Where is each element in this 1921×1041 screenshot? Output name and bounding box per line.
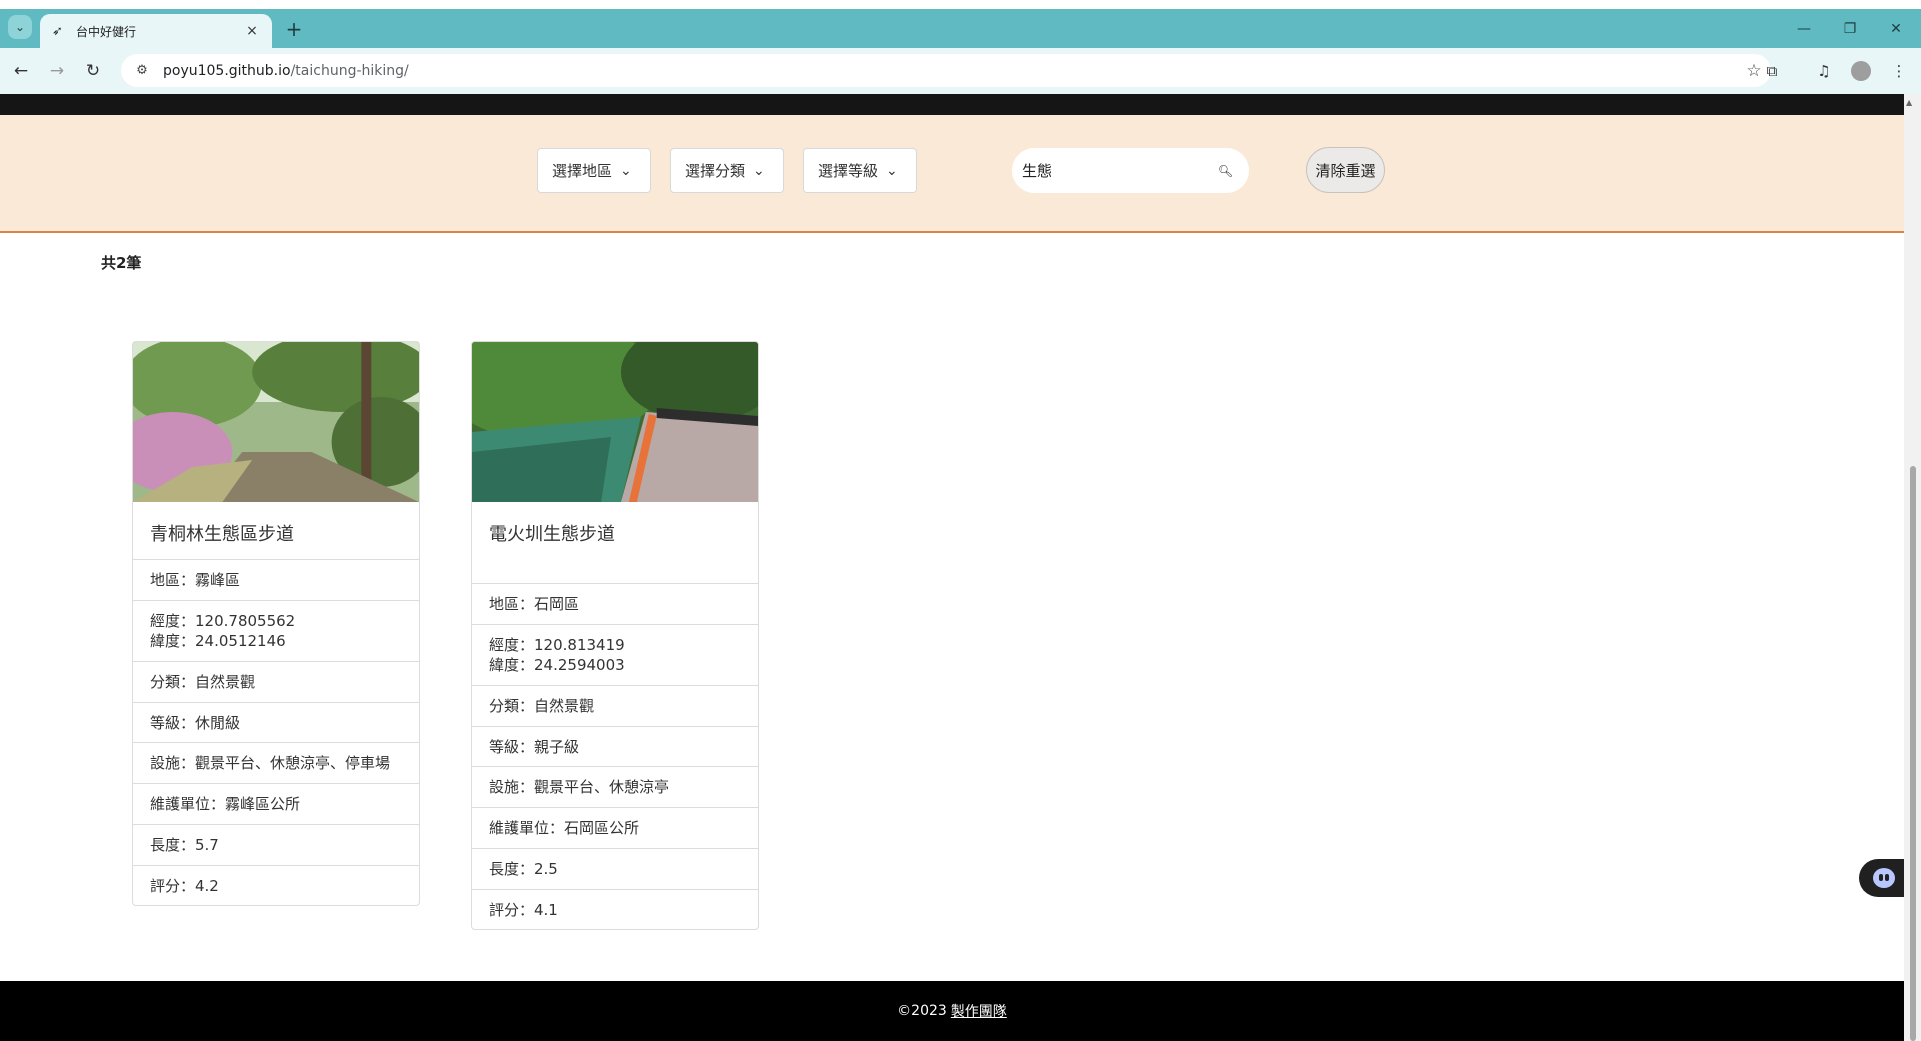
site-footer: ©2023 製作團隊 (0, 981, 1904, 1041)
trail-length: 長度：5.7 (133, 823, 419, 865)
back-arrow-icon[interactable]: ← (8, 58, 34, 84)
trail-longitude: 經度：120.7805562 (150, 611, 296, 630)
trail-card[interactable]: 電火圳生態步道 地區：石岡區 經度：120.813419 緯度：24.25940… (471, 341, 759, 931)
trail-facilities: 設施：觀景平台、休憩涼亭、停車場 (133, 742, 419, 783)
url-host: poyu105.github.io (163, 62, 291, 79)
leaf-favicon-icon: ➶ (52, 23, 63, 39)
trail-rating: 評分：4.2 (133, 864, 419, 906)
tab-strip: ⌄ ➶ 台中好健行 × + — ❐ ✕ (0, 9, 1921, 48)
trail-coordinates: 經度：120.813419 緯度：24.2594003 (472, 623, 758, 685)
media-controls-icon[interactable]: ♫ (1811, 58, 1837, 84)
level-select-label: 選擇等級 (818, 162, 879, 180)
trail-latitude: 緯度：24.2594003 (489, 656, 625, 675)
clear-button[interactable]: 清除重選 (1306, 147, 1385, 193)
chevron-down-icon: ⌄ (620, 162, 632, 179)
trail-card[interactable]: 青桐林生態區步道 地區：霧峰區 經度：120.7805562 緯度：24.051… (132, 341, 420, 907)
search-box[interactable]: 🔍︎ (1012, 148, 1249, 193)
close-window-icon[interactable]: ✕ (1876, 17, 1916, 41)
category-select-label: 選擇分類 (685, 162, 746, 180)
chevron-down-icon: ⌄ (886, 162, 898, 179)
reload-icon[interactable]: ↻ (80, 58, 106, 84)
browser-tab[interactable]: ➶ 台中好健行 × (40, 14, 272, 48)
trail-longitude: 經度：120.813419 (489, 635, 625, 654)
extensions-icon[interactable]: ⧉ (1759, 58, 1785, 84)
trail-district: 地區：石岡區 (472, 583, 758, 624)
restore-icon[interactable]: ❐ (1830, 17, 1870, 41)
tab-title: 台中好健行 (76, 24, 137, 39)
close-tab-icon[interactable]: × (244, 23, 260, 39)
chevron-down-icon: ⌄ (753, 162, 765, 179)
category-select[interactable]: 選擇分類 ⌄ (670, 148, 784, 193)
chevron-down-icon: ⌄ (14, 20, 26, 34)
page-content: 選擇地區 ⌄ 選擇分類 ⌄ 選擇等級 ⌄ 🔍︎ 清除重選 共2筆 (0, 94, 1904, 1041)
trail-photo (472, 342, 758, 502)
trail-length: 長度：2.5 (472, 847, 758, 889)
chat-widget-button[interactable] (1859, 859, 1904, 897)
district-select[interactable]: 選擇地區 ⌄ (537, 148, 651, 193)
trail-district: 地區：霧峰區 (133, 559, 419, 600)
trail-category: 分類：自然景觀 (472, 685, 758, 726)
url-path: /taichung-hiking/ (290, 62, 409, 79)
tab-search-button[interactable]: ⌄ (8, 15, 32, 39)
team-link[interactable]: 製作團隊 (951, 1001, 1007, 1021)
trail-title[interactable]: 電火圳生態步道 (472, 502, 758, 583)
trail-photo (133, 342, 419, 502)
search-icon[interactable]: 🔍︎ (1216, 164, 1235, 178)
trail-level: 等級：親子級 (472, 725, 758, 767)
site-info-icon[interactable]: ⚙ (121, 63, 155, 78)
search-input[interactable] (1022, 161, 1216, 180)
new-tab-button[interactable]: + (282, 17, 306, 41)
trail-coordinates: 經度：120.7805562 緯度：24.0512146 (133, 599, 419, 661)
trail-maintainer: 維護單位：霧峰區公所 (133, 783, 419, 824)
level-select[interactable]: 選擇等級 ⌄ (803, 148, 917, 193)
filter-bar: 選擇地區 ⌄ 選擇分類 ⌄ 選擇等級 ⌄ 🔍︎ 清除重選 (0, 115, 1904, 233)
site-header (0, 94, 1904, 115)
browser-toolbar: ← → ↻ ⚙ poyu105.github.io/taichung-hikin… (0, 48, 1921, 94)
menu-dots-icon[interactable]: ⋮ (1886, 58, 1912, 84)
trail-latitude: 緯度：24.0512146 (150, 632, 286, 651)
profile-avatar[interactable] (1851, 61, 1871, 81)
trail-title[interactable]: 青桐林生態區步道 (133, 502, 419, 559)
copyright-text: ©2023 (897, 1003, 947, 1019)
trail-level: 等級：休閒級 (133, 701, 419, 743)
result-count: 共2筆 (101, 254, 142, 272)
district-select-label: 選擇地區 (552, 162, 613, 180)
scrollbar-thumb[interactable] (1910, 466, 1916, 1041)
trail-category: 分類：自然景觀 (133, 661, 419, 702)
forward-arrow-icon[interactable]: → (44, 58, 70, 84)
url-text[interactable]: poyu105.github.io/taichung-hiking/ (155, 63, 1737, 79)
trail-maintainer: 維護單位：石岡區公所 (472, 807, 758, 848)
trail-facilities: 設施：觀景平台、休憩涼亭 (472, 766, 758, 807)
minimize-icon[interactable]: — (1784, 17, 1824, 41)
scroll-up-arrow-icon[interactable]: ▲ (1906, 98, 1912, 107)
trail-rating: 評分：4.1 (472, 888, 758, 930)
chatbot-face-icon (1873, 868, 1895, 888)
window-titlebar (0, 0, 1921, 9)
address-bar[interactable]: ⚙ poyu105.github.io/taichung-hiking/ ☆ (121, 54, 1771, 87)
